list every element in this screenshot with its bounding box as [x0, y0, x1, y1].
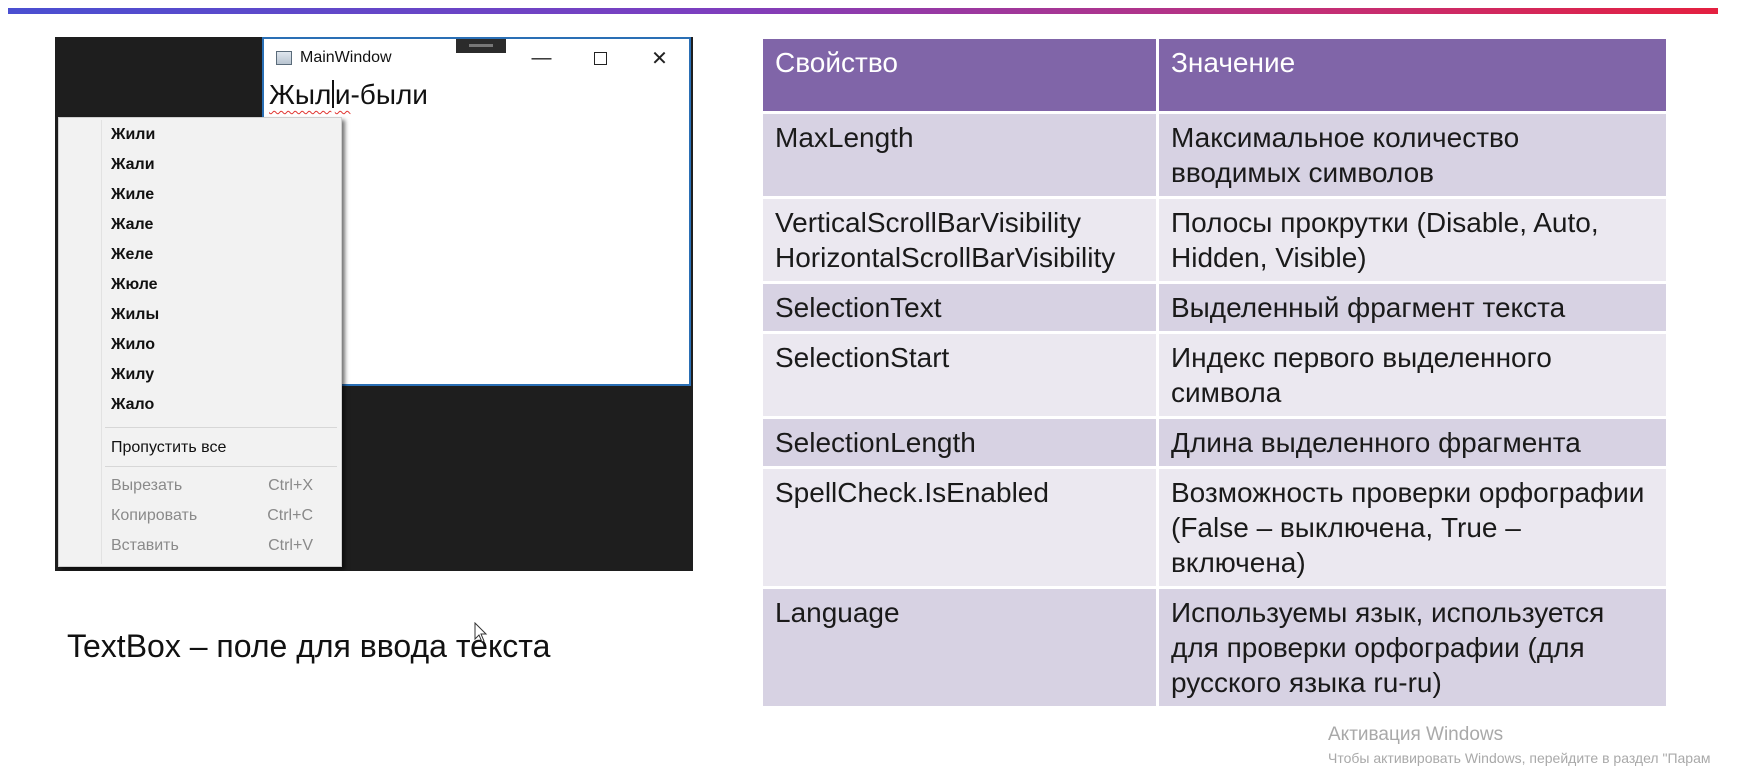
value-cell: Индекс первого выделенного символа: [1156, 331, 1669, 419]
paste-label: Вставить: [111, 537, 179, 554]
close-button[interactable]: ✕: [630, 39, 689, 77]
value-cell: Полосы прокрутки (Disable, Auto, Hidden,…: [1156, 196, 1669, 284]
suggestion-label: Жилу: [111, 366, 155, 383]
column-header-property: Свойство: [760, 36, 1159, 114]
minimize-button[interactable]: —: [512, 39, 571, 77]
cut-label: Вырезать: [111, 477, 183, 494]
ignore-all-item[interactable]: Пропустить все: [111, 433, 333, 463]
text-rest: -были: [350, 79, 428, 110]
maximize-icon: [594, 51, 607, 65]
suggestion-item[interactable]: Жюле: [111, 270, 333, 300]
value-cell: Максимальное количество вводимых символо…: [1156, 111, 1669, 199]
suggestion-label: Жало: [111, 396, 155, 413]
property-cell: SpellCheck.IsEnabled: [760, 466, 1159, 589]
watermark-subtitle: Чтобы активировать Windows, перейдите в …: [1328, 750, 1711, 766]
value-cell: Длина выделенного фрагмента: [1156, 416, 1669, 469]
property-cell: SelectionLength: [760, 416, 1159, 469]
menu-separator: [105, 427, 337, 428]
copy-item[interactable]: Копировать Ctrl+C: [111, 501, 333, 531]
watermark-title: Активация Windows: [1328, 724, 1504, 745]
suggestion-label: Желе: [111, 246, 154, 263]
suggestion-item[interactable]: Жиле: [111, 180, 333, 210]
suggestion-item[interactable]: Жили: [111, 120, 333, 150]
suggestion-label: Жили: [111, 126, 156, 143]
suggestion-label: Жале: [111, 216, 154, 233]
suggestion-item[interactable]: Жилу: [111, 360, 333, 390]
suggestion-label: Жали: [111, 156, 155, 173]
suggestion-label: Жиле: [111, 186, 155, 203]
copy-label: Копировать: [111, 507, 198, 524]
suggestion-label: Жюле: [111, 276, 158, 293]
cut-shortcut: Ctrl+X: [268, 477, 313, 494]
app-icon: [276, 51, 292, 65]
suggestion-item[interactable]: Жале: [111, 210, 333, 240]
table-row: VerticalScrollBarVisibility HorizontalSc…: [760, 196, 1669, 284]
suggestion-item[interactable]: Жилы: [111, 300, 333, 330]
top-gradient-bar: [8, 8, 1718, 14]
table-row: SpellCheck.IsEnabled Возможность проверк…: [760, 466, 1669, 589]
suggestion-item[interactable]: Жило: [111, 330, 333, 360]
text-caret: [332, 80, 334, 108]
suggestion-item[interactable]: Жало: [111, 390, 333, 420]
menu-gutter: [101, 120, 102, 564]
text-after-caret: и: [334, 79, 351, 110]
text-before-caret: Жыл: [269, 79, 332, 110]
column-header-value: Значение: [1156, 36, 1669, 114]
ignore-all-label: Пропустить все: [111, 439, 227, 456]
spellcheck-context-menu: Жили Жали Жиле Жале Желе Жюле Жилы Жило …: [58, 117, 342, 567]
app-screenshot: MainWindow — ✕ Жыл и-были Жили Жали Жиле …: [55, 37, 693, 571]
window-titlebar[interactable]: MainWindow — ✕: [264, 39, 689, 77]
value-cell: Используемы язык, используется для прове…: [1156, 586, 1669, 709]
suggestion-label: Жилы: [111, 306, 160, 323]
property-cell: MaxLength: [760, 111, 1159, 199]
property-cell: SelectionText: [760, 281, 1159, 334]
value-cell: Возможность проверки орфографии (False –…: [1156, 466, 1669, 589]
mouse-cursor-icon: [474, 622, 488, 643]
table-row: SelectionStart Индекс первого выделенног…: [760, 331, 1669, 419]
suggestion-item[interactable]: Желе: [111, 240, 333, 270]
menu-separator: [105, 466, 337, 467]
table-row: SelectionText Выделенный фрагмент текста: [760, 281, 1669, 334]
property-cell: SelectionStart: [760, 331, 1159, 419]
paste-shortcut: Ctrl+V: [268, 537, 313, 554]
maximize-button[interactable]: [571, 39, 630, 77]
property-cell: Language: [760, 586, 1159, 709]
property-cell: VerticalScrollBarVisibility HorizontalSc…: [760, 196, 1159, 284]
properties-table: Свойство Значение MaxLength Максимальное…: [760, 36, 1669, 709]
value-cell: Выделенный фрагмент текста: [1156, 281, 1669, 334]
suggestion-item[interactable]: Жали: [111, 150, 333, 180]
table-row: MaxLength Максимальное количество вводим…: [760, 111, 1669, 199]
copy-shortcut: Ctrl+C: [267, 507, 313, 524]
suggestion-label: Жило: [111, 336, 156, 353]
paste-item[interactable]: Вставить Ctrl+V: [111, 531, 333, 561]
cut-item[interactable]: Вырезать Ctrl+X: [111, 471, 333, 501]
table-row: SelectionLength Длина выделенного фрагме…: [760, 416, 1669, 469]
drag-grip-icon[interactable]: [456, 39, 506, 53]
table-header-row: Свойство Значение: [760, 36, 1669, 114]
misspelled-word: Жыл и: [269, 79, 350, 110]
table-row: Language Используемы язык, используется …: [760, 586, 1669, 709]
windows-activation-watermark: Активация Windows Чтобы активировать Win…: [1328, 724, 1711, 766]
